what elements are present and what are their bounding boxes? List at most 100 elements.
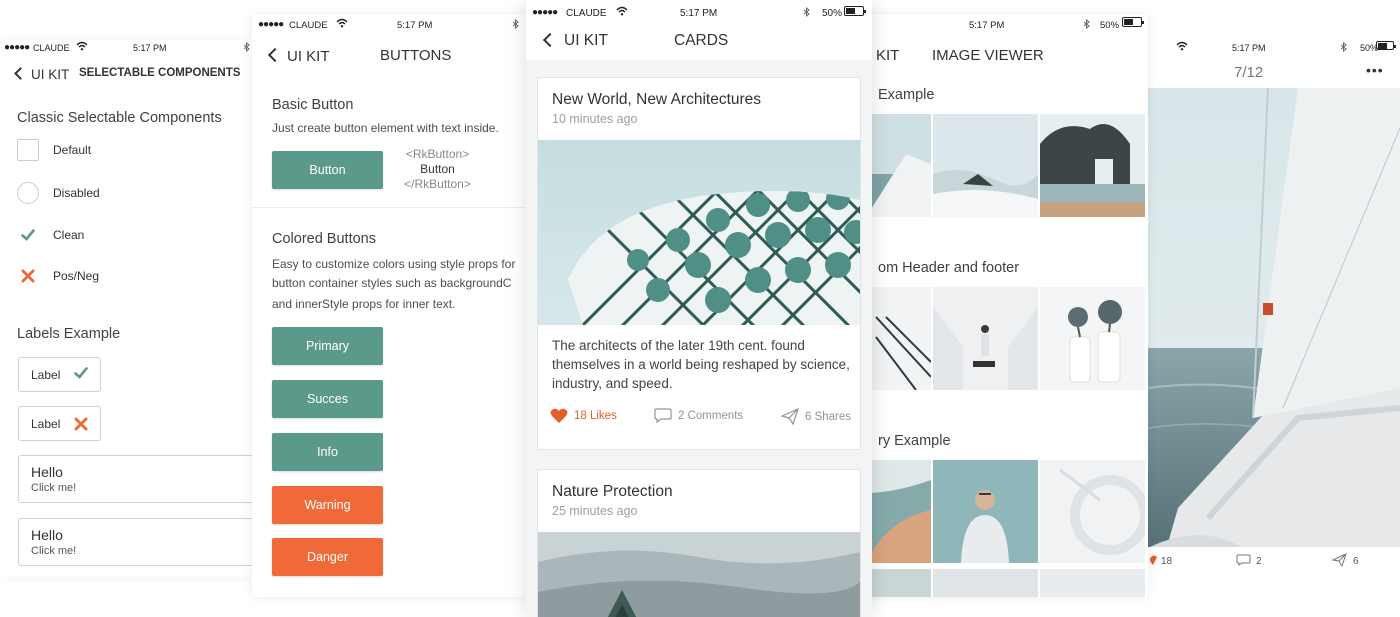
gallery-thumb[interactable] [1040,460,1145,563]
option-label: Pos/Neg [53,269,100,283]
section-heading: Labels Example [17,326,121,342]
card-title: Hello [31,464,63,480]
battery-icon [1376,40,1396,51]
hello-card[interactable]: Hello Click me! [18,455,252,503]
nav-bar: UI KIT BUTTONS [252,34,528,74]
selectable-posneg[interactable]: Pos/Neg [17,264,99,288]
section-heading: Example [878,87,935,103]
back-label[interactable]: KIT [876,47,899,64]
bluetooth-icon [1340,41,1347,55]
hello-card[interactable]: Hello Click me! [18,518,252,566]
photo-like-count: 18 [1161,556,1173,567]
checkbox-icon[interactable] [17,139,39,161]
share-count: 6 Shares [805,410,852,423]
card-title: New World, New Architectures [552,91,762,108]
carrier-label: CLAUDE [33,43,70,53]
status-bar: ●●●●● CLAUDE 5:17 PM [0,40,252,56]
danger-button[interactable]: Danger [272,538,383,576]
section-description-line: and innerStyle props for inner text. [272,297,456,311]
card-subtitle: Click me! [31,482,77,494]
page-title: IMAGE VIEWER [932,47,1044,64]
article-card[interactable]: Nature Protection 25 minutes ago [537,469,861,617]
code-open-tag: <RkButton> [405,147,470,161]
status-bar: ●●●●● CLAUDE 5:17 PM 50% [526,0,872,24]
status-time: 5:17 PM [397,20,433,31]
success-button[interactable]: Succes [272,380,383,418]
gallery-thumb[interactable] [1040,287,1145,390]
divider [252,207,528,208]
gallery-thumb[interactable] [866,460,931,563]
bluetooth-icon [803,6,810,20]
like-button[interactable]: 18 Likes [550,408,617,424]
comments-button[interactable]: 2 Comments [654,408,743,423]
basic-button[interactable]: Button [272,151,383,189]
section-heading: Classic Selectable Components [17,110,222,126]
cards-screen: ●●●●● CLAUDE 5:17 PM 50% UI KIT CARDS Ne… [526,0,872,617]
photo-like-button[interactable] [1148,555,1157,569]
nav-bar: KIT IMAGE VIEWER [866,34,1148,74]
primary-button[interactable]: Primary [272,327,383,365]
option-label: Clean [53,228,85,242]
battery-icon [1122,17,1144,28]
bluetooth-icon [1083,18,1090,32]
gallery-thumb[interactable] [866,287,931,390]
battery-percent: 50% [1100,20,1120,31]
status-time: 5:17 PM [1232,43,1266,53]
section-description-line: Easy to customize colors using style pro… [272,257,516,271]
like-count: 18 Likes [574,410,617,422]
code-sample: <RkButton> Button </RkButton> [400,147,475,192]
battery-icon [844,6,866,17]
selectable-default[interactable]: Default [17,138,91,162]
status-time: 5:17 PM [680,8,718,19]
gallery-thumb[interactable] [933,287,1038,390]
photo-share-count: 6 [1353,556,1359,567]
chip-label: Label [31,367,61,382]
nav-bar: UI KIT CARDS [526,24,872,60]
sailboat-photo[interactable] [1148,88,1400,577]
article-card[interactable]: New World, New Architectures 10 minutes … [537,77,861,450]
gallery-thumb[interactable] [866,569,931,597]
buttons-screen: ●●●●● CLAUDE 5:17 PM UI KIT BUTTONS Basi… [252,14,528,597]
selectable-disabled[interactable]: Disabled [17,181,100,205]
card-title: Nature Protection [552,483,673,500]
share-button[interactable]: 6 Shares [781,408,851,425]
page-title: CARDS [674,32,729,49]
signal-icon: ●●●●● [258,19,284,30]
cross-icon[interactable] [17,265,39,287]
card-subtitle: Click me! [31,545,77,557]
selectable-clean[interactable]: Clean [17,223,84,247]
chevron-left-icon [267,47,283,63]
gallery-thumb[interactable] [933,569,1038,597]
comment-icon [654,408,672,423]
carrier-label: CLAUDE [566,8,607,19]
code-text: Button [420,162,455,176]
warning-button[interactable]: Warning [272,486,383,524]
heart-icon [550,408,568,423]
label-chip[interactable]: Label [18,406,101,441]
gallery-thumb[interactable] [933,460,1038,563]
label-chip[interactable]: Label [18,357,101,392]
status-time: 5:17 PM [969,20,1005,31]
option-label: Disabled [53,186,100,200]
info-button[interactable]: Info [272,433,383,471]
check-icon [74,367,88,382]
check-icon[interactable] [17,224,39,246]
gallery-thumb[interactable] [933,114,1038,217]
gallery-thumb[interactable] [1040,114,1145,217]
status-bar: ●●●●● CLAUDE 5:17 PM [252,14,528,34]
gallery-thumb[interactable] [1040,569,1145,597]
wifi-icon [1176,41,1188,54]
bluetooth-icon [512,18,519,32]
signal-icon: ●●●●● [532,7,558,18]
status-bar: 5:17 PM 50% [1148,40,1400,56]
page-title: BUTTONS [380,47,452,64]
share-icon[interactable] [1331,553,1347,570]
wifi-icon [616,6,628,19]
back-label: UI KIT [564,32,608,49]
radio-icon[interactable] [17,182,39,204]
comment-icon[interactable] [1236,554,1251,569]
section-heading: Colored Buttons [272,231,376,247]
wifi-icon [76,41,88,54]
more-icon[interactable]: ••• [1366,62,1384,78]
gallery-thumb[interactable] [866,114,931,217]
